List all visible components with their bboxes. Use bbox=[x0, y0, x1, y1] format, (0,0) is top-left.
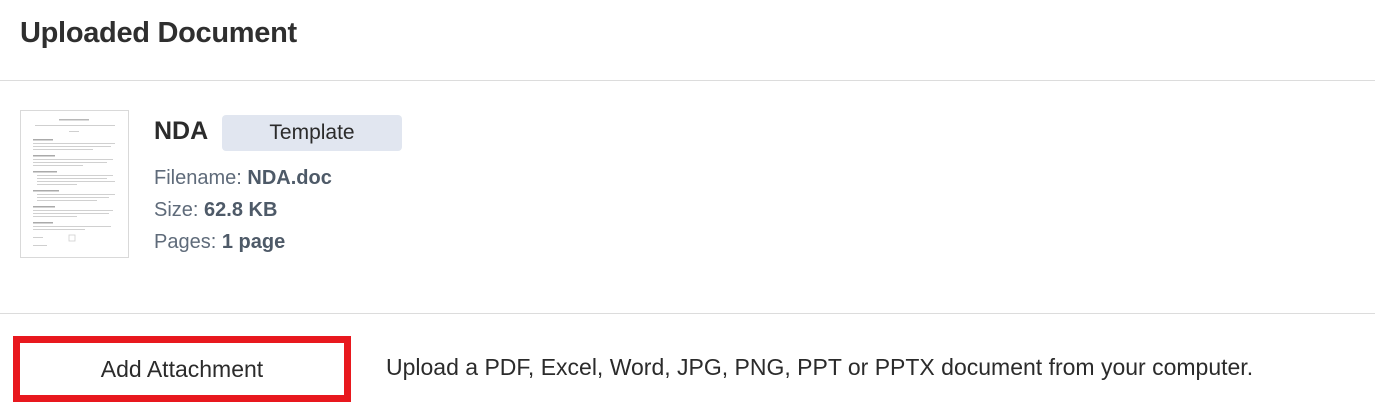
size-row: Size: 62.8 KB bbox=[154, 199, 277, 222]
filename-label: Filename: bbox=[154, 167, 242, 189]
document-title: NDA bbox=[154, 117, 209, 145]
pages-value: 1 page bbox=[221, 231, 286, 253]
filename-row: Filename: NDA.doc bbox=[154, 167, 332, 190]
pages-label: Pages: bbox=[154, 231, 217, 253]
pages-row: Pages: 1 page bbox=[154, 231, 285, 254]
template-badge: Template bbox=[222, 115, 402, 151]
section-header: Uploaded Document bbox=[0, 0, 1375, 81]
upload-hint-text: Upload a PDF, Excel, Word, JPG, PNG, PPT… bbox=[386, 354, 1254, 380]
size-label: Size: bbox=[154, 199, 199, 221]
uploaded-document-card: NDA Template Filename: NDA.doc Size: 62.… bbox=[0, 81, 1375, 314]
add-attachment-button[interactable]: Add Attachment bbox=[13, 336, 351, 402]
size-value: 62.8 KB bbox=[204, 199, 278, 221]
document-thumbnail-icon[interactable] bbox=[20, 110, 129, 258]
page-title: Uploaded Document bbox=[20, 17, 297, 49]
filename-value: NDA.doc bbox=[247, 167, 332, 189]
